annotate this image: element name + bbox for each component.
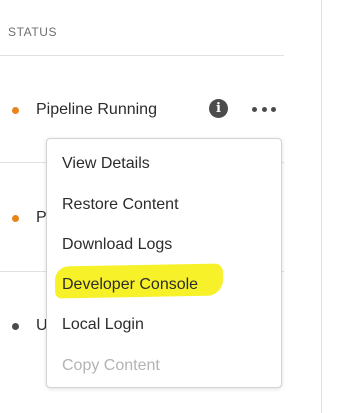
menu-item-download-logs[interactable]: Download Logs [62,236,172,254]
menu-item-view-details[interactable]: View Details [62,155,150,173]
status-dot [12,107,19,114]
more-actions-icon[interactable] [252,104,276,114]
status-text: Pipeline Running [36,101,157,118]
more-dot [271,106,276,112]
menu-item-local-login[interactable]: Local Login [62,316,144,334]
actions-menu: View Details Restore Content Download Lo… [46,138,282,388]
status-column-header: STATUS [8,25,58,39]
menu-item-developer-console[interactable]: Developer Console [62,276,198,294]
menu-item-restore-content[interactable]: Restore Content [62,196,179,214]
header-divider [0,55,284,56]
table-row[interactable]: Pipeline Running [0,90,284,130]
more-dot [261,106,267,112]
status-dot [12,323,19,330]
menu-item-copy-content: Copy Content [62,357,160,374]
status-dot [12,215,19,222]
info-icon[interactable]: i [209,99,228,118]
panel-divider [321,0,322,413]
more-dot [252,106,257,112]
